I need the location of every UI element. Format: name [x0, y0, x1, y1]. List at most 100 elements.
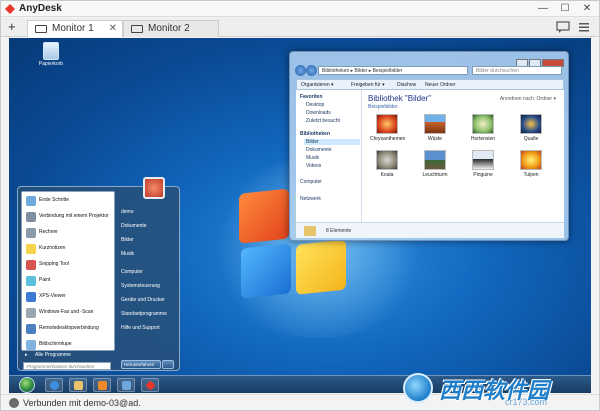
place-pictures[interactable]: Bilder — [121, 237, 134, 243]
nav-favorites-header[interactable]: Favoriten — [300, 94, 323, 100]
nav-item-network[interactable]: Netzwerk — [300, 196, 321, 202]
place-default-programs[interactable]: Standardprogramme — [121, 311, 167, 317]
nav-item-downloads[interactable]: Downloads — [306, 110, 331, 116]
program-paint[interactable]: Paint — [24, 274, 114, 288]
folder-icon — [74, 381, 83, 390]
explorer-status-bar: 8 Elemente — [296, 222, 564, 238]
image-thumbnail — [472, 150, 494, 170]
taskbar-remote-app[interactable] — [117, 378, 135, 392]
new-folder-button[interactable]: Neuer Ordner — [425, 82, 456, 88]
getting-started-icon — [26, 196, 36, 206]
program-fax-scan[interactable]: Windows-Fax und -Scan — [24, 306, 114, 320]
thumbnail-tulips[interactable]: Tulpen — [514, 150, 548, 178]
nav-item-pictures[interactable]: Bilder — [304, 139, 360, 145]
nav-item-videos[interactable]: Videos — [306, 163, 321, 169]
add-tab-button[interactable]: + — [8, 19, 16, 34]
start-search-input[interactable]: Programme/Dateien durchsuchen — [23, 362, 111, 370]
site-watermark: 西西软件园 cr173.com — [403, 371, 583, 407]
place-user[interactable]: demo — [121, 209, 134, 215]
shutdown-options-button[interactable] — [162, 360, 174, 369]
image-thumbnail — [424, 150, 446, 170]
tab-label: Monitor 2 — [148, 23, 190, 34]
nav-item-recent[interactable]: Zuletzt besucht — [306, 118, 340, 124]
thumbnail-label: Wüste — [427, 136, 443, 142]
minimize-button[interactable]: — — [535, 2, 551, 16]
start-menu-places: demo Dokumente Bilder Musik Computer Sys… — [118, 195, 178, 360]
recycle-bin-icon — [43, 42, 59, 60]
share-menu[interactable]: Freigeben für ▾ — [351, 82, 385, 88]
program-label: Erste Schritte — [39, 197, 70, 203]
taskbar-media-player[interactable] — [93, 378, 111, 392]
remote-desktop-icon — [26, 324, 36, 334]
fax-icon — [26, 308, 36, 318]
recycle-bin-label: Papierkorb — [38, 61, 64, 67]
nav-item-music[interactable]: Musik — [306, 155, 319, 161]
program-projector[interactable]: Verbindung mit einem Projektor — [24, 210, 114, 224]
thumbnail-label: Chrysanthemen — [370, 136, 406, 142]
nav-libraries-header[interactable]: Bibliotheken — [300, 131, 330, 137]
thumbnail-desert[interactable]: Wüste — [418, 114, 452, 142]
taskbar-explorer[interactable] — [69, 378, 87, 392]
program-label: Bildschirmlupe — [39, 341, 72, 347]
tab-monitor-2[interactable]: Monitor 2 — [123, 20, 219, 37]
address-bar[interactable]: Bibliotheken ▸ Bilder ▸ Beispielbilder — [318, 66, 468, 75]
place-devices-printers[interactable]: Geräte und Drucker — [121, 297, 165, 303]
program-magnifier[interactable]: Bildschirmlupe — [24, 338, 114, 352]
program-xps-viewer[interactable]: XPS-Viewer — [24, 290, 114, 304]
program-getting-started[interactable]: Erste Schritte — [24, 194, 114, 208]
forward-arrow-icon[interactable] — [306, 65, 317, 76]
shutdown-button[interactable]: Herunterfahren — [121, 360, 161, 369]
nav-item-desktop[interactable]: Desktop — [306, 102, 324, 108]
explorer-window-buttons — [515, 54, 564, 67]
thumbnail-koala[interactable]: Koala — [370, 150, 404, 178]
thumbnail-jellyfish[interactable]: Qualle — [514, 114, 548, 142]
explorer-content: Bibliothek "Bilder" Beispielbilder Anord… — [362, 90, 564, 222]
program-snipping-tool[interactable]: Snipping Tool — [24, 258, 114, 272]
close-button[interactable]: ✕ — [579, 2, 595, 16]
calculator-icon — [26, 228, 36, 238]
explorer-window[interactable]: Bibliotheken ▸ Bilder ▸ Beispielbilder B… — [289, 51, 569, 241]
monitor-icon — [35, 25, 47, 33]
thumbnail-hydrangeas[interactable]: Hortensien — [466, 114, 500, 142]
recycle-bin-desktop-icon[interactable]: Papierkorb — [31, 42, 71, 67]
library-subheading[interactable]: Beispielbilder — [368, 104, 398, 110]
thumbnail-chrysanthemum[interactable]: Chrysanthemen — [370, 114, 406, 142]
app-title: AnyDesk — [19, 3, 62, 14]
image-thumbnail — [376, 150, 398, 170]
place-control-panel[interactable]: Systemsteuerung — [121, 283, 160, 289]
place-computer[interactable]: Computer — [121, 269, 143, 275]
program-sticky-notes[interactable]: Kurznotizen — [24, 242, 114, 256]
nav-item-computer[interactable]: Computer — [300, 179, 322, 185]
remote-desktop-view[interactable]: Papierkorb Bibliotheken ▸ Bilder ▸ Beisp… — [9, 38, 591, 393]
arrange-by-dropdown[interactable]: Anordnen nach: Ordner ▾ — [500, 96, 556, 102]
start-button[interactable] — [19, 377, 35, 393]
watermark-logo-icon — [403, 373, 433, 403]
menu-icon[interactable] — [577, 21, 591, 33]
nav-item-documents[interactable]: Dokumente — [306, 147, 332, 153]
thumbnail-lighthouse[interactable]: Leuchtturm — [418, 150, 452, 178]
maximize-button[interactable]: ☐ — [557, 2, 573, 16]
taskbar-anydesk[interactable] — [141, 378, 159, 392]
magnifier-icon — [26, 340, 36, 350]
connection-status-text: Verbunden mit demo-03@ad. — [23, 398, 141, 408]
tab-monitor-1[interactable]: Monitor 1 ✕ — [27, 20, 123, 37]
chat-icon[interactable] — [556, 21, 570, 33]
program-calculator[interactable]: Rechner — [24, 226, 114, 240]
image-thumbnail — [472, 114, 494, 134]
all-programs-button[interactable]: ▸ Alle Programme — [21, 351, 115, 361]
tab-bar: + Monitor 1 ✕ Monitor 2 — [1, 18, 599, 37]
explorer-search-input[interactable]: Bilder durchsuchen — [472, 66, 562, 75]
slideshow-button[interactable]: Diashow — [397, 82, 416, 88]
image-thumbnail — [424, 114, 446, 134]
program-label: Paint — [39, 277, 51, 283]
program-remote-desktop[interactable]: Remotedesktopverbindung — [24, 322, 114, 336]
xps-viewer-icon — [26, 292, 36, 302]
organize-menu[interactable]: Organisieren ▾ — [301, 82, 334, 88]
place-help-support[interactable]: Hilfe und Support — [121, 325, 160, 331]
thumbnail-penguins[interactable]: Pinguine — [466, 150, 500, 178]
tab-close-icon[interactable]: ✕ — [109, 21, 117, 37]
back-arrow-icon[interactable] — [295, 65, 306, 76]
place-documents[interactable]: Dokumente — [121, 223, 147, 229]
place-music[interactable]: Musik — [121, 251, 134, 257]
taskbar-internet-explorer[interactable] — [45, 378, 63, 392]
